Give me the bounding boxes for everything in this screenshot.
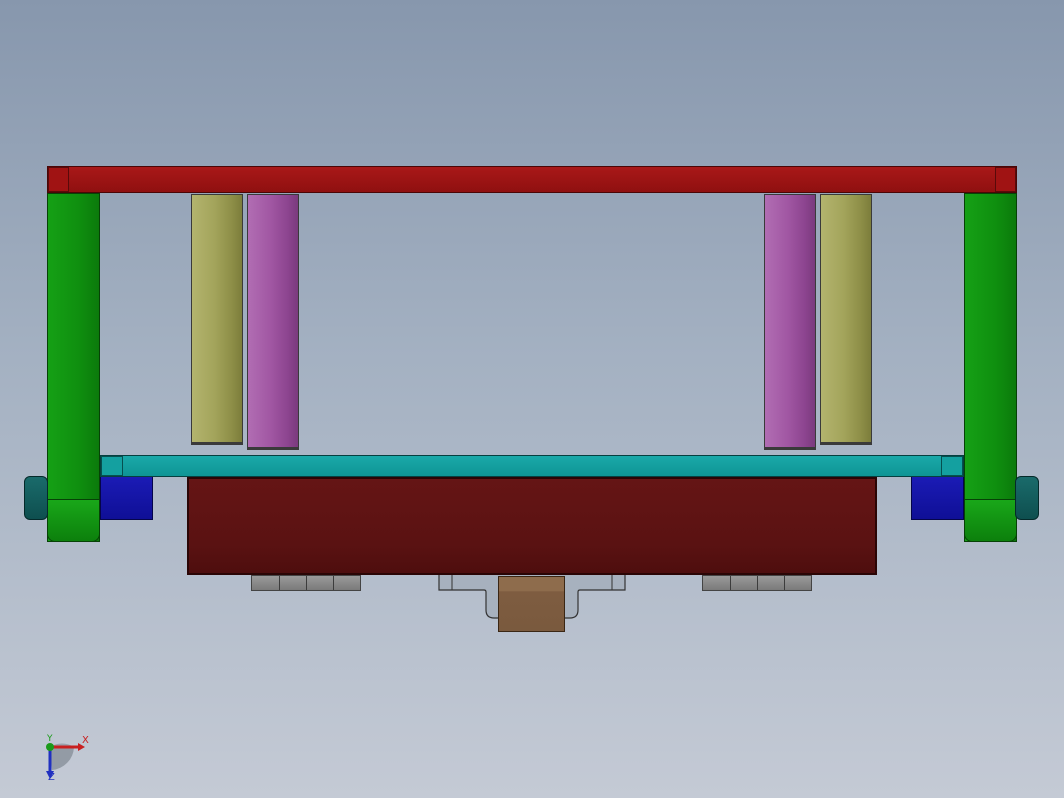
roller-olive-right[interactable] (820, 194, 872, 445)
top-beam-end-cap-left (48, 167, 69, 192)
top-beam[interactable] (47, 166, 1017, 193)
hinge-segment-divider (279, 576, 280, 590)
z-axis-label: Z (48, 772, 55, 783)
side-leg-right[interactable] (964, 193, 1017, 542)
cyan-plate-end-right (941, 456, 963, 476)
y-axis-label: Y (47, 734, 53, 744)
roller-olive-left[interactable] (191, 194, 243, 445)
cad-viewport[interactable]: X Y Z (0, 0, 1064, 798)
hinge-strip-left[interactable] (251, 575, 361, 591)
cyan-plate-end-left (101, 456, 123, 476)
hinge-segment-divider (757, 576, 758, 590)
blue-block-right[interactable] (911, 476, 964, 520)
blue-block-left[interactable] (100, 476, 153, 520)
side-leg-right-foot (964, 499, 1017, 542)
top-beam-end-cap-right (995, 167, 1016, 192)
hinge-segment-divider (333, 576, 334, 590)
hinge-strip-right[interactable] (702, 575, 812, 591)
cyan-plate[interactable] (100, 455, 964, 477)
roller-purple-right[interactable] (764, 194, 816, 450)
side-leg-left-foot (47, 499, 100, 542)
hinge-segment-divider (730, 576, 731, 590)
coordinate-triad: X Y Z (36, 730, 106, 786)
side-leg-left[interactable] (47, 193, 100, 542)
hinge-segment-divider (306, 576, 307, 590)
x-axis-label: X (82, 735, 89, 746)
end-pin-left[interactable] (24, 476, 48, 520)
end-pin-right[interactable] (1015, 476, 1039, 520)
roller-purple-left[interactable] (247, 194, 299, 450)
main-housing[interactable] (187, 477, 877, 575)
hinge-segment-divider (784, 576, 785, 590)
brown-mount-block[interactable] (498, 576, 565, 632)
